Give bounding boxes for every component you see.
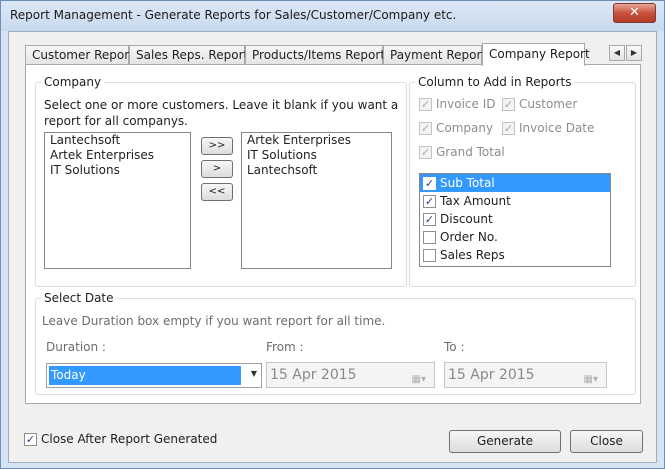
order-no-item[interactable]: Order No. <box>420 228 610 246</box>
tax-amount-item[interactable]: ✓ Tax Amount <box>420 192 610 210</box>
tab-customer-report[interactable]: Customer Report <box>25 45 134 65</box>
list-item[interactable]: IT Solutions <box>242 148 391 163</box>
checkbox-box: ✓ <box>502 121 515 135</box>
checkbox-label: Tax Amount <box>440 194 511 208</box>
calendar-icon[interactable]: ▦▾ <box>584 368 598 392</box>
add-selected-button[interactable]: > <box>201 160 233 178</box>
list-item[interactable]: IT Solutions <box>45 163 190 178</box>
company-checkbox[interactable]: ✓ Company <box>419 121 493 135</box>
tab-scroll-right-icon[interactable]: ▶ <box>626 45 642 61</box>
checkbox-box: ✓ <box>419 97 432 111</box>
from-date-picker[interactable]: 15 Apr 2015 ▦▾ <box>266 362 435 388</box>
calendar-icon[interactable]: ▦▾ <box>412 368 426 392</box>
sub-total-item[interactable]: ✓ Sub Total <box>420 174 610 192</box>
checkbox-box[interactable]: ✓ <box>423 212 436 226</box>
to-date-picker[interactable]: 15 Apr 2015 ▦▾ <box>444 362 607 388</box>
close-button[interactable]: Close <box>570 430 643 453</box>
checkbox-label: Close After Report Generated <box>41 432 218 446</box>
checkbox-label: Sub Total <box>440 176 495 190</box>
columns-group-legend: Column to Add in Reports <box>418 75 572 89</box>
company-group-legend: Company <box>44 75 102 89</box>
checkbox-box: ✓ <box>502 97 515 111</box>
company-hint-line2: report for all companys. <box>44 114 188 128</box>
checkbox-label: Customer <box>519 97 578 111</box>
company-hint-line1: Select one or more customers. Leave it b… <box>44 98 399 112</box>
checkbox-box[interactable] <box>423 248 436 262</box>
duration-label: Duration : <box>46 340 106 354</box>
checkbox-box: ✓ <box>419 121 432 135</box>
discount-item[interactable]: ✓ Discount <box>420 210 610 228</box>
company-report-page: Company Select one or more customers. Le… <box>25 64 641 404</box>
selected-companies-list[interactable]: Artek Enterprises IT Solutions Lantechso… <box>241 132 392 269</box>
duration-select[interactable]: Today ▼ <box>46 363 262 388</box>
checkbox-label: Invoice Date <box>519 121 595 135</box>
customer-checkbox[interactable]: ✓ Customer <box>502 97 577 111</box>
report-management-window: Report Management - Generate Reports for… <box>0 0 665 469</box>
list-item[interactable]: Artek Enterprises <box>242 133 391 148</box>
generate-button[interactable]: Generate <box>449 430 561 453</box>
checkbox-label: Discount <box>440 212 493 226</box>
select-date-legend: Select Date <box>44 291 114 305</box>
invoice-id-checkbox[interactable]: ✓ Invoice ID <box>419 97 496 111</box>
list-item[interactable]: Artek Enterprises <box>45 148 190 163</box>
list-item[interactable]: Lantechsoft <box>45 133 190 148</box>
checkbox-box[interactable]: ✓ <box>423 176 436 190</box>
checkbox-box[interactable]: ✓ <box>423 194 436 208</box>
checkbox-label: Order No. <box>440 230 498 244</box>
window-close-icon[interactable]: ✕ <box>613 3 656 23</box>
from-date-value: 15 Apr 2015 <box>270 367 357 383</box>
list-item[interactable]: Lantechsoft <box>242 163 391 178</box>
close-after-report-checkbox[interactable]: ✓ Close After Report Generated <box>24 432 217 446</box>
available-companies-list[interactable]: Lantechsoft Artek Enterprises IT Solutio… <box>44 132 191 269</box>
duration-selected-value: Today <box>49 366 241 385</box>
checkbox-label: Company <box>436 121 494 135</box>
sales-reps-item[interactable]: Sales Reps <box>420 246 610 264</box>
tab-products-items-report[interactable]: Products/Items Report <box>245 45 385 65</box>
tab-payment-report[interactable]: Payment Report <box>383 45 486 65</box>
checkbox-box[interactable] <box>423 230 436 244</box>
checkbox-box: ✓ <box>24 432 37 446</box>
tab-company-report[interactable]: Company Report <box>482 43 590 66</box>
checkbox-label: Invoice ID <box>436 97 496 111</box>
title-bar[interactable]: Report Management - Generate Reports for… <box>1 1 664 31</box>
chevron-down-icon[interactable]: ▼ <box>251 369 257 378</box>
tab-scroll-left-icon[interactable]: ◀ <box>609 45 625 61</box>
date-hint: Leave Duration box empty if you want rep… <box>42 314 386 328</box>
remove-all-button[interactable]: << <box>201 183 233 201</box>
dialog-client-area: Customer Report Sales Reps. Report Produ… <box>8 31 657 463</box>
add-all-button[interactable]: >> <box>201 137 233 155</box>
optional-columns-list[interactable]: ✓ Sub Total ✓ Tax Amount ✓ Discount Orde… <box>419 173 611 267</box>
checkbox-label: Sales Reps <box>440 248 505 262</box>
from-label: From : <box>266 340 304 354</box>
tab-sales-reps-report[interactable]: Sales Reps. Report <box>129 45 248 65</box>
to-label: To : <box>444 340 465 354</box>
invoice-date-checkbox[interactable]: ✓ Invoice Date <box>502 121 594 135</box>
grand-total-checkbox[interactable]: ✓ Grand Total <box>419 145 505 159</box>
checkbox-label: Grand Total <box>436 145 505 159</box>
to-date-value: 15 Apr 2015 <box>448 367 535 383</box>
window-title: Report Management - Generate Reports for… <box>10 8 457 22</box>
checkbox-box: ✓ <box>419 145 432 159</box>
